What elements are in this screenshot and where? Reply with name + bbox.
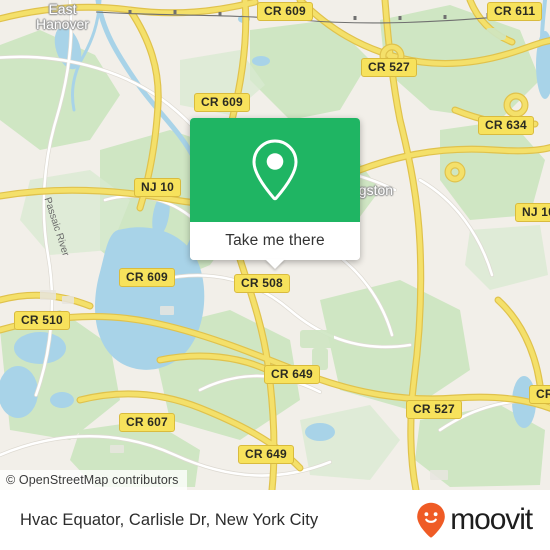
road-shield-cr634: CR 634 [478, 116, 534, 135]
place-label-east-hanover: East Hanover [36, 1, 89, 32]
footer-bar: Hvac Equator, Carlisle Dr, New York City… [0, 490, 550, 550]
road-shield-cr609-left: CR 609 [119, 268, 175, 287]
map-popup-card[interactable]: Take me there [190, 118, 360, 269]
location-title: Hvac Equator, Carlisle Dr, New York City [20, 510, 319, 529]
road-shield-nj10-left: NJ 10 [134, 178, 182, 197]
road-shield-cr5-clipped: CR 5 [529, 385, 550, 404]
osm-attribution[interactable]: © OpenStreetMap contributors [0, 470, 187, 490]
map-pin-icon [252, 139, 298, 201]
road-shield-cr510: CR 510 [14, 311, 70, 330]
road-shield-cr611: CR 611 [487, 2, 543, 21]
road-shield-cr649-bottom: CR 649 [238, 445, 294, 464]
road-shield-cr649-mid: CR 649 [264, 365, 320, 384]
road-shield-cr607: CR 607 [119, 413, 175, 432]
road-shield-cr609-upper: CR 609 [194, 93, 250, 112]
road-shield-nj10-right: NJ 10 [515, 203, 550, 222]
road-shield-cr508: CR 508 [234, 274, 290, 293]
popup-pointer [265, 259, 285, 269]
take-me-there-button[interactable]: Take me there [190, 222, 360, 260]
moovit-smiley-pin-icon [417, 502, 446, 538]
moovit-logo[interactable]: moovit [416, 502, 533, 538]
road-shield-cr527-top: CR 527 [361, 58, 417, 77]
map-screenshot: .green{fill:#cfe6c3;} .green2{fill:#d8ea… [0, 0, 550, 550]
road-shield-cr527-bottom: CR 527 [406, 400, 462, 419]
moovit-wordmark: moovit [450, 503, 533, 536]
popup-image-area [190, 118, 360, 222]
road-shield-cr609-top: CR 609 [257, 2, 313, 21]
